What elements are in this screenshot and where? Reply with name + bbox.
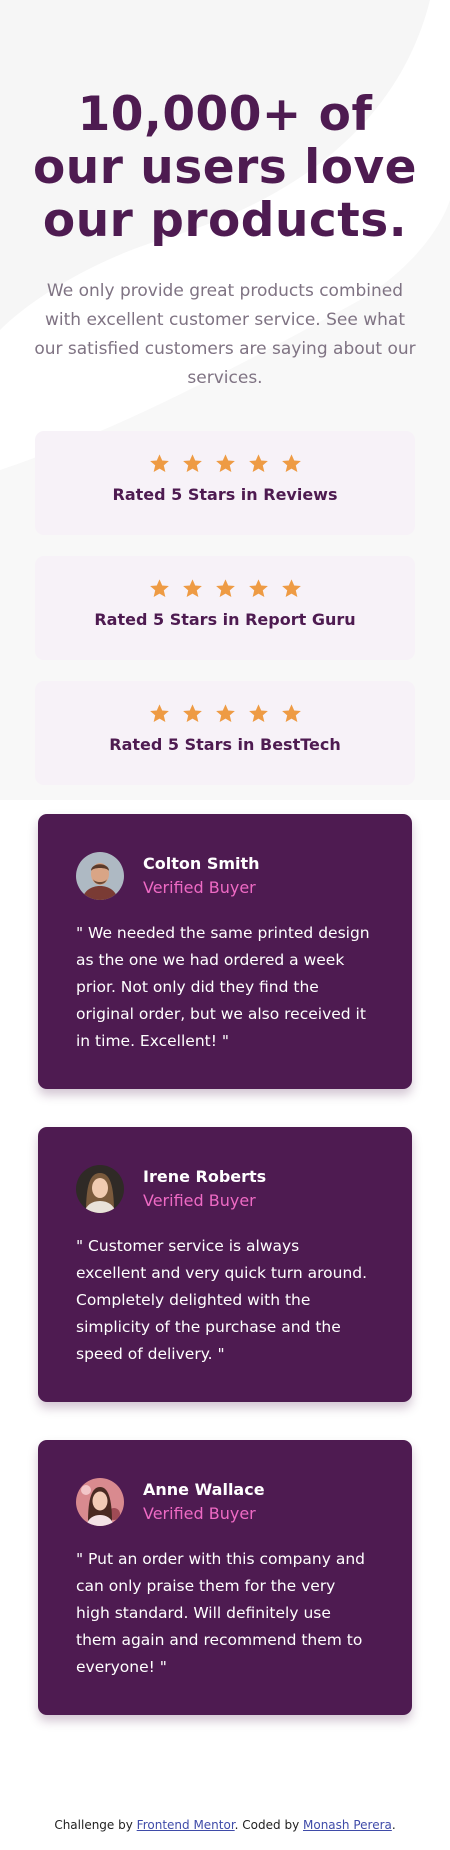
footer-middle: . Coded by xyxy=(234,1818,300,1832)
reviewer-name: Anne Wallace xyxy=(143,1480,265,1499)
review-card: Colton Smith Verified Buyer " We needed … xyxy=(38,814,412,1089)
reviewer-info: Irene Roberts Verified Buyer xyxy=(143,1165,266,1213)
hero-description: We only provide great products combined … xyxy=(34,281,416,388)
hero-section: 10,000+ of our users love our products. … xyxy=(0,0,450,393)
star-icon xyxy=(215,454,235,472)
reviewer-info: Colton Smith Verified Buyer xyxy=(143,852,260,900)
author-link[interactable]: Monash Perera xyxy=(303,1818,392,1832)
rating-label: Rated 5 Stars in Reviews xyxy=(112,485,338,504)
rating-label: Rated 5 Stars in Report Guru xyxy=(94,610,356,629)
rating-label: Rated 5 Stars in BestTech xyxy=(109,735,341,754)
reviewer-name: Irene Roberts xyxy=(143,1167,267,1186)
star-icon xyxy=(248,454,268,472)
reviews-list: Colton Smith Verified Buyer " We needed … xyxy=(0,814,450,1715)
ratings-list: Rated 5 Stars in Reviews Rated 5 Stars i… xyxy=(0,431,450,785)
avatar xyxy=(76,1478,124,1526)
rating-card: Rated 5 Stars in Reviews xyxy=(35,431,415,535)
reviewer-info: Anne Wallace Verified Buyer xyxy=(143,1478,265,1526)
review-header: Colton Smith Verified Buyer xyxy=(76,852,374,900)
star-icon xyxy=(281,579,301,597)
star-icon xyxy=(149,454,169,472)
star-icon xyxy=(182,579,202,597)
rating-card: Rated 5 Stars in Report Guru xyxy=(35,556,415,660)
star-icon xyxy=(248,579,268,597)
frontend-mentor-link[interactable]: Frontend Mentor xyxy=(137,1818,235,1832)
star-rating xyxy=(35,578,415,599)
verified-badge: Verified Buyer xyxy=(143,1504,256,1523)
avatar xyxy=(76,1165,124,1213)
review-card: Anne Wallace Verified Buyer " Put an ord… xyxy=(38,1440,412,1715)
page-title: 10,000+ of our users love our products. xyxy=(32,87,418,248)
verified-badge: Verified Buyer xyxy=(143,1191,256,1210)
star-icon xyxy=(215,579,235,597)
reviewer-name: Colton Smith xyxy=(143,854,260,873)
review-quote: " Put an order with this company and can… xyxy=(76,1550,366,1676)
rating-card: Rated 5 Stars in BestTech xyxy=(35,681,415,785)
star-icon xyxy=(149,579,169,597)
footer-suffix: . xyxy=(391,1818,396,1832)
star-icon xyxy=(149,704,169,722)
avatar xyxy=(76,852,124,900)
review-header: Irene Roberts Verified Buyer xyxy=(76,1165,374,1213)
star-icon xyxy=(182,704,202,722)
star-rating xyxy=(35,453,415,474)
verified-badge: Verified Buyer xyxy=(143,878,256,897)
star-icon xyxy=(248,704,268,722)
attribution-footer: Challenge by Frontend Mentor. Coded by M… xyxy=(0,1818,450,1832)
review-quote: " We needed the same printed design as t… xyxy=(76,924,370,1050)
review-card: Irene Roberts Verified Buyer " Customer … xyxy=(38,1127,412,1402)
page: 10,000+ of our users love our products. … xyxy=(0,0,450,1715)
review-header: Anne Wallace Verified Buyer xyxy=(76,1478,374,1526)
star-icon xyxy=(215,704,235,722)
footer-prefix: Challenge by xyxy=(54,1818,133,1832)
review-quote: " Customer service is always excellent a… xyxy=(76,1237,368,1363)
star-icon xyxy=(182,454,202,472)
star-icon xyxy=(281,454,301,472)
star-icon xyxy=(281,704,301,722)
star-rating xyxy=(35,703,415,724)
